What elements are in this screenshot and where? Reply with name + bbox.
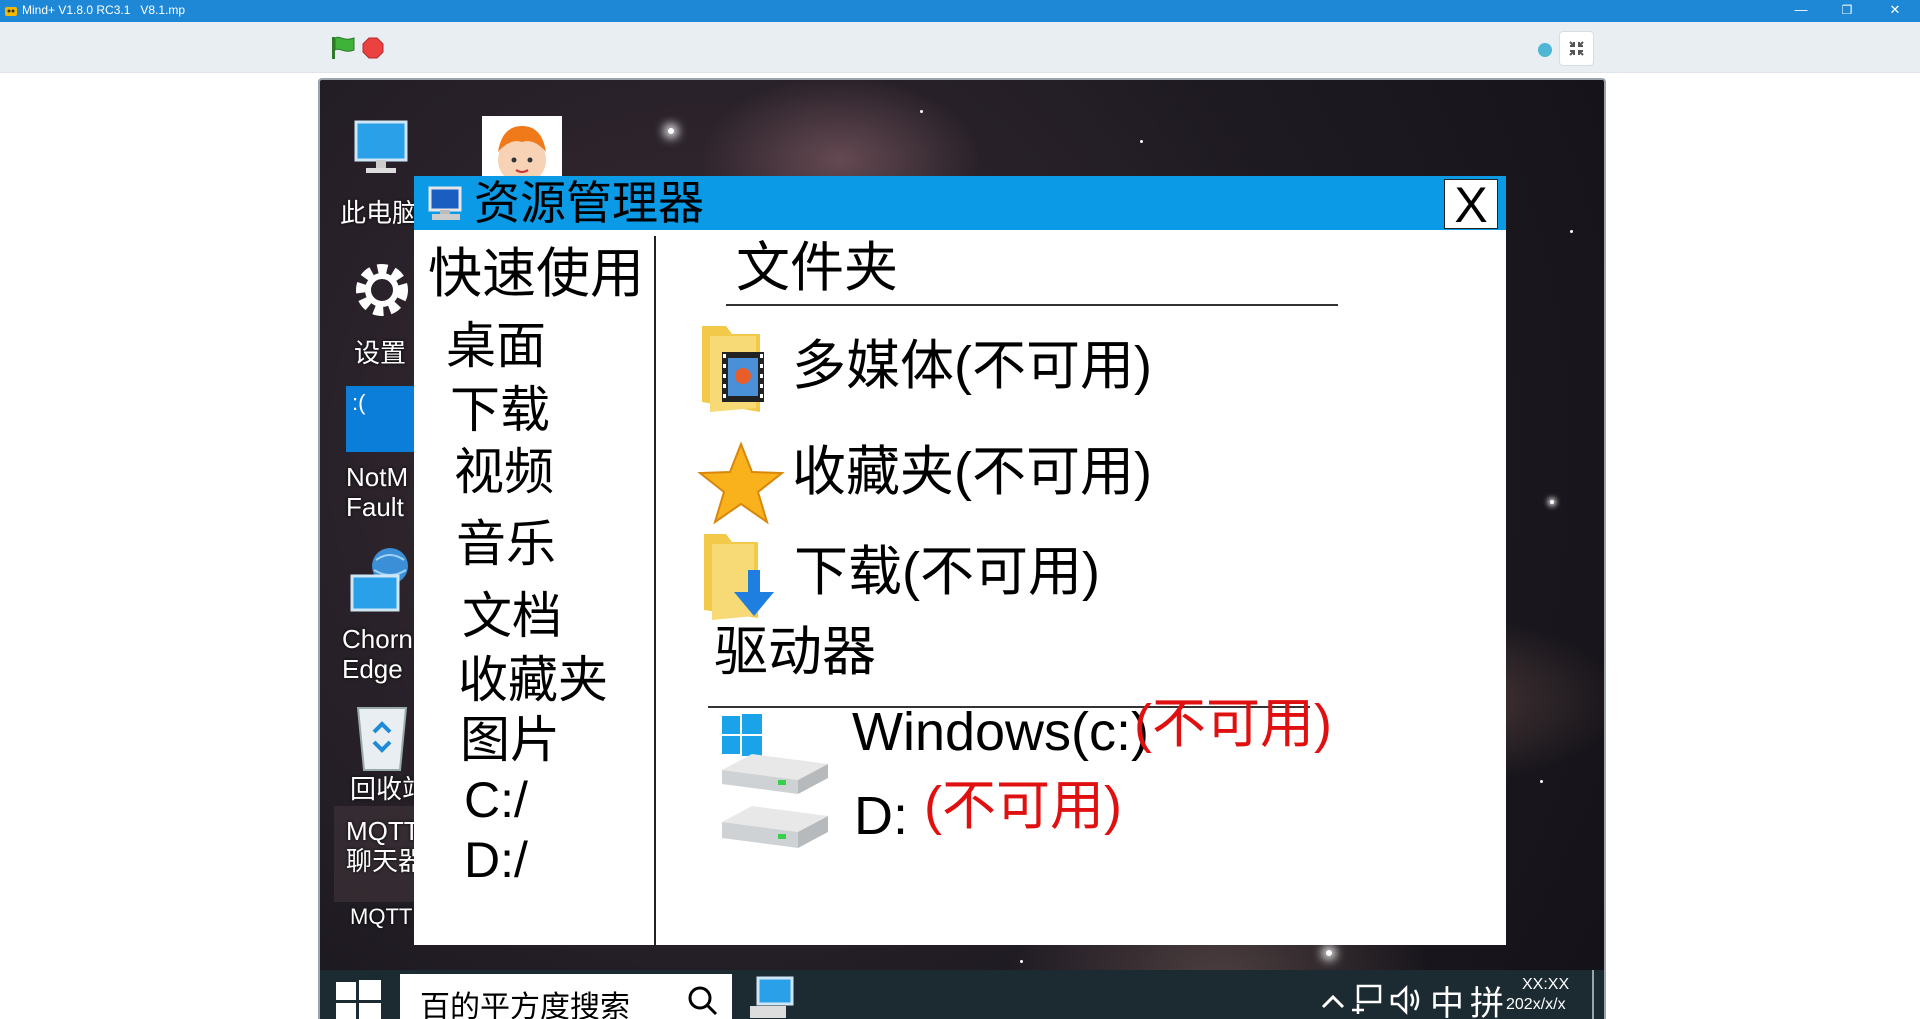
network-icon[interactable] — [1350, 984, 1384, 1016]
restore-button[interactable]: ❐ — [1824, 0, 1870, 22]
explorer-close-button[interactable]: X — [1444, 179, 1498, 230]
windows-drive-icon[interactable] — [718, 712, 838, 802]
green-flag-icon[interactable] — [330, 35, 356, 61]
app-title: Mind+ V1.8.0 RC3.1 V8.1.mp — [22, 3, 186, 17]
drive-c-name[interactable]: Windows(c:) — [852, 702, 1149, 762]
taskbar-search-box[interactable]: 百的平方度搜索 — [400, 974, 732, 1019]
clock-time[interactable]: XX:XX — [1522, 976, 1569, 994]
ime-indicator[interactable]: 中 — [1430, 976, 1464, 1019]
close-button[interactable]: ✕ — [1872, 0, 1918, 22]
desktop-icon-label: 设置 — [354, 338, 407, 368]
sidebar-item-desktop[interactable]: 桌面 — [446, 316, 546, 376]
sidebar-item-pictures[interactable]: 图片 — [460, 710, 560, 770]
stage[interactable]: 此电脑 设置 :( NotM Fault Chorn Edge 回收站 MQTT… — [318, 78, 1606, 1019]
multimedia-folder-icon[interactable] — [696, 322, 786, 418]
drive-icon[interactable] — [718, 798, 838, 858]
sidebar-item-videos[interactable]: 视频 — [454, 442, 554, 502]
drive-d-name[interactable]: D: — [854, 786, 908, 846]
drive-d-status: (不可用) — [924, 776, 1122, 836]
desktop-icon-label: NotM Fault — [346, 462, 409, 522]
chevron-up-icon[interactable] — [1320, 992, 1346, 1010]
sidebar-item-documents[interactable]: 文档 — [462, 586, 562, 646]
taskbar: 百的平方度搜索 中 拼 XX:XX 202x/x/x — [320, 970, 1604, 1019]
sidebar-divider — [654, 236, 656, 945]
folder-multimedia-label[interactable]: 多媒体(不可用) — [792, 336, 1152, 396]
explorer-window[interactable]: 资源管理器 X 快速使用 桌面 下载 视频 音乐 文档 收藏夹 图片 C:/ D… — [414, 176, 1506, 945]
minimize-button[interactable]: — — [1778, 0, 1824, 22]
stop-icon[interactable] — [362, 37, 384, 59]
desktop-icon-label: MQTT 聊天器 — [346, 816, 425, 876]
desktop-icon-label: MQTT — [350, 904, 413, 929]
show-desktop-button[interactable] — [1592, 970, 1594, 1019]
recycle-bin-icon[interactable] — [350, 698, 414, 774]
gear-icon[interactable] — [350, 258, 414, 322]
clock-date[interactable]: 202x/x/x — [1506, 996, 1566, 1014]
desktop-icon-label: 此电脑 — [340, 198, 419, 228]
sad-face-icon[interactable]: :( — [346, 386, 416, 452]
fullscreen-exit-icon — [1569, 41, 1584, 56]
drive-c-status: (不可用) — [1134, 694, 1332, 754]
search-icon — [688, 986, 718, 1016]
start-button-icon[interactable] — [334, 980, 384, 1019]
divider — [726, 304, 1338, 306]
app-title-bar: Mind+ V1.8.0 RC3.1 V8.1.mp — ❐ ✕ — [0, 0, 1920, 22]
computer-icon[interactable] — [346, 116, 416, 186]
ime-mode-indicator[interactable]: 拼 — [1470, 976, 1504, 1019]
mindplus-logo-icon — [5, 7, 17, 16]
explorer-title: 资源管理器 — [474, 177, 704, 229]
sidebar-heading: 快速使用 — [428, 244, 644, 304]
globe-computer-icon[interactable] — [346, 546, 416, 626]
fullscreen-exit-button[interactable] — [1559, 31, 1594, 66]
folder-favorites-label[interactable]: 收藏夹(不可用) — [792, 442, 1152, 502]
download-folder-icon[interactable] — [698, 530, 788, 626]
sidebar-item-downloads[interactable]: 下载 — [450, 380, 550, 440]
sidebar-item-c-drive[interactable]: C:/ — [464, 770, 528, 830]
drives-heading: 驱动器 — [714, 622, 876, 682]
sidebar-item-favorites[interactable]: 收藏夹 — [458, 650, 608, 710]
volume-icon[interactable] — [1390, 984, 1424, 1016]
explorer-title-bar[interactable]: 资源管理器 X — [414, 176, 1506, 230]
this-pc-taskbar-icon[interactable] — [748, 976, 798, 1019]
search-placeholder: 百的平方度搜索 — [420, 991, 630, 1019]
star-icon[interactable] — [696, 440, 786, 526]
toolbar — [0, 22, 1920, 73]
sidebar-item-d-drive[interactable]: D:/ — [464, 830, 528, 890]
desktop-icon-label: Chorn Edge — [342, 624, 413, 684]
folders-heading: 文件夹 — [736, 238, 898, 298]
avatar[interactable] — [482, 116, 562, 180]
folder-downloads-label[interactable]: 下载(不可用) — [794, 542, 1100, 602]
computer-icon — [428, 186, 462, 220]
sidebar-item-music[interactable]: 音乐 — [456, 514, 556, 574]
status-indicator — [1538, 43, 1552, 57]
